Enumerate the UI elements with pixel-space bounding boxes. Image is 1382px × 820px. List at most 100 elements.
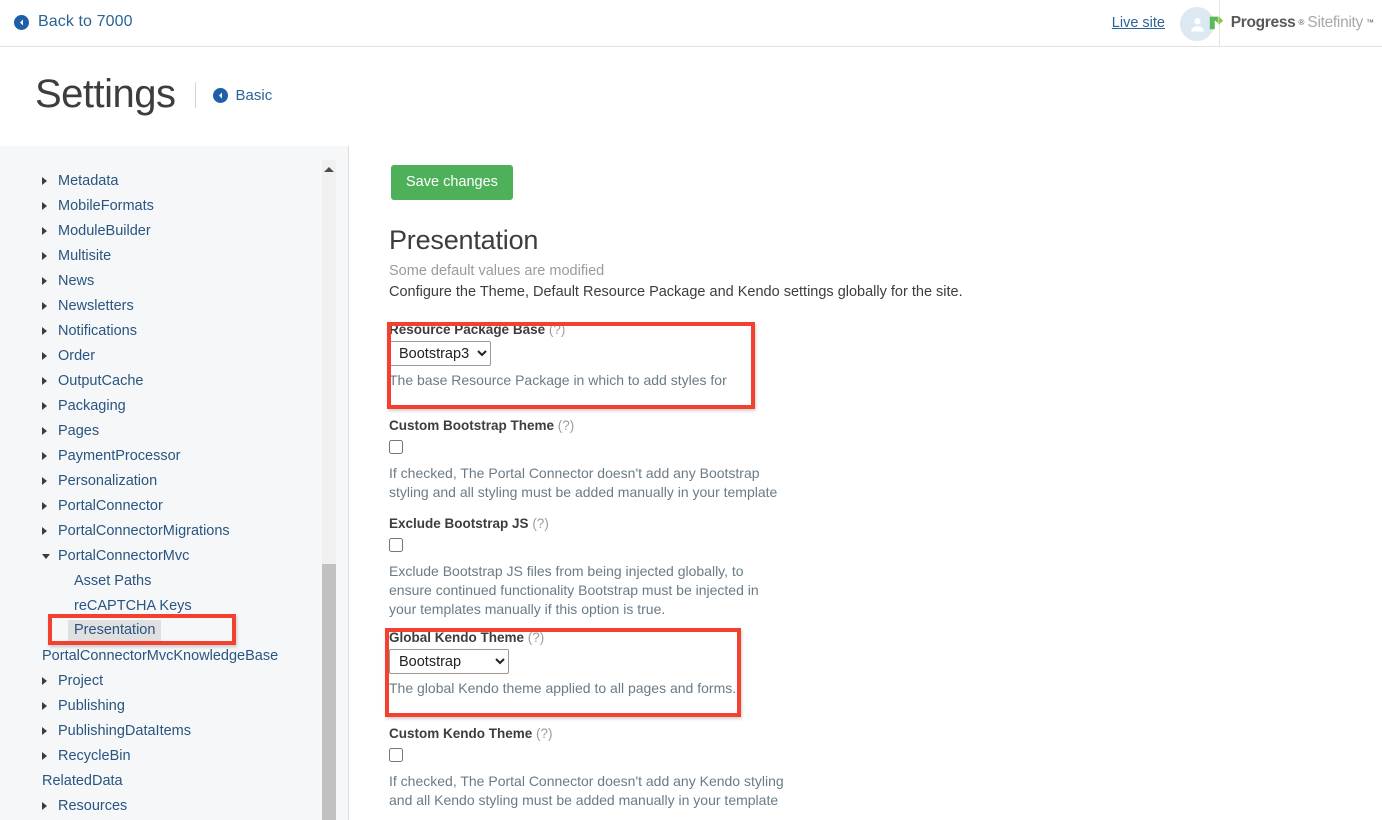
sidebar-item-label: Packaging xyxy=(58,397,126,414)
sidebar-item-label: Order xyxy=(58,347,96,364)
chevron-right-icon[interactable] xyxy=(42,401,47,410)
sidebar-item-pages[interactable]: Pages xyxy=(0,418,320,443)
section-title: Presentation xyxy=(389,225,539,255)
chevron-right-icon[interactable] xyxy=(42,726,47,735)
chevron-right-icon[interactable] xyxy=(42,676,47,685)
chevron-right-icon[interactable] xyxy=(42,326,47,335)
chevron-right-icon[interactable] xyxy=(42,351,47,360)
sidebar-item-label: Notifications xyxy=(58,322,137,339)
sidebar-item-metadata[interactable]: Metadata xyxy=(0,168,320,193)
chevron-right-icon[interactable] xyxy=(42,176,47,185)
sidebar-item-portalconnectormvc[interactable]: PortalConnectorMvc xyxy=(0,543,320,568)
sidebar-item-mobileformats[interactable]: MobileFormats xyxy=(0,193,320,218)
sidebar-item-news[interactable]: News xyxy=(0,268,320,293)
sidebar-item-label: Metadata xyxy=(58,172,119,189)
sidebar-item-label: MobileFormats xyxy=(58,197,154,214)
sidebar-item-newsletters[interactable]: Newsletters xyxy=(0,293,320,318)
sidebar-item-outputcache[interactable]: OutputCache xyxy=(0,368,320,393)
sidebar-item-personalization[interactable]: Personalization xyxy=(0,468,320,493)
field-custom-kendo-theme: Custom Kendo Theme (?) If checked, The Po… xyxy=(389,726,789,810)
scroll-up-arrow-icon[interactable] xyxy=(322,162,336,176)
sidebar-item-asset-paths[interactable]: Asset Paths xyxy=(0,568,320,593)
chevron-right-icon[interactable] xyxy=(42,251,47,260)
checkbox-exclude-bootstrap-js[interactable] xyxy=(389,538,403,552)
sidebar-item-label: News xyxy=(58,272,95,289)
sidebar-item-label: Publishing xyxy=(58,697,125,714)
brand-sitefinity-tm: ™ xyxy=(1366,18,1374,27)
back-link-label: Back to 7000 xyxy=(38,13,133,30)
chevron-right-icon[interactable] xyxy=(42,201,47,210)
help-hint-icon[interactable]: (?) xyxy=(532,516,549,531)
field-help-text: If checked, The Portal Connector doesn't… xyxy=(389,773,784,808)
settings-tree: Metadata MobileFormats ModuleBuilder Multis… xyxy=(0,146,320,818)
chevron-right-icon[interactable] xyxy=(42,751,47,760)
field-global-kendo-theme: Global Kendo Theme (?) Bootstrap The globa… xyxy=(389,630,789,698)
chevron-right-icon[interactable] xyxy=(42,376,47,385)
help-hint-icon[interactable]: (?) xyxy=(528,630,545,645)
chevron-right-icon[interactable] xyxy=(42,276,47,285)
chevron-down-icon[interactable] xyxy=(42,553,50,559)
help-hint-icon[interactable]: (?) xyxy=(549,322,566,337)
sidebar-item-label: PaymentProcessor xyxy=(58,447,181,464)
sidebar-item-portalconnector[interactable]: PortalConnector xyxy=(0,493,320,518)
sidebar-item-label: RecycleBin xyxy=(58,747,131,764)
sidebar-item-label: PortalConnector xyxy=(58,497,163,514)
circle-left-arrow-icon xyxy=(212,88,228,103)
back-link[interactable]: Back to 7000 xyxy=(14,13,133,31)
sidebar-item-portalconnectormvcknowledgebase[interactable]: PortalConnectorMvcKnowledgeBase xyxy=(0,643,320,668)
brand-sitefinity-text: Sitefinity xyxy=(1307,13,1363,31)
sidebar-item-recaptcha-keys[interactable]: reCAPTCHA Keys xyxy=(0,593,320,618)
circle-left-arrow-icon xyxy=(14,14,29,30)
sidebar-item-label: Pages xyxy=(58,422,100,439)
help-hint-icon[interactable]: (?) xyxy=(536,726,553,741)
field-custom-bootstrap-theme: Custom Bootstrap Theme (?) If checked, Th… xyxy=(389,418,789,502)
sidebar-scrollbar-thumb[interactable] xyxy=(322,564,336,820)
sidebar-item-order[interactable]: Order xyxy=(0,343,320,368)
chevron-right-icon[interactable] xyxy=(42,476,47,485)
section-description: Configure the Theme, Default Resource Pa… xyxy=(389,284,963,300)
settings-sidebar: Metadata MobileFormats ModuleBuilder Multis… xyxy=(0,146,349,820)
sidebar-item-modulebuilder[interactable]: ModuleBuilder xyxy=(0,218,320,243)
help-hint-icon[interactable]: (?) xyxy=(558,418,575,433)
field-help-text: Exclude Bootstrap JS files from being in… xyxy=(389,563,759,617)
chevron-right-icon[interactable] xyxy=(42,301,47,310)
sidebar-item-notifications[interactable]: Notifications xyxy=(0,318,320,343)
sidebar-item-paymentprocessor[interactable]: PaymentProcessor xyxy=(0,443,320,468)
brand-progress-tm: ® xyxy=(1298,18,1305,27)
live-site-link[interactable]: Live site xyxy=(1112,15,1165,31)
sidebar-item-label: Project xyxy=(58,672,104,689)
sidebar-item-resources[interactable]: Resources xyxy=(0,793,320,818)
sidebar-item-project[interactable]: Project xyxy=(0,668,320,693)
breadcrumb-basic-link[interactable]: Basic xyxy=(212,87,272,104)
sidebar-item-packaging[interactable]: Packaging xyxy=(0,393,320,418)
select-global-kendo-theme[interactable]: Bootstrap xyxy=(389,649,509,674)
field-label: Resource Package Base (?) xyxy=(389,322,789,337)
sidebar-item-label: reCAPTCHA Keys xyxy=(74,597,192,614)
chevron-right-icon[interactable] xyxy=(42,501,47,510)
sidebar-item-portalconnectormigrations[interactable]: PortalConnectorMigrations xyxy=(0,518,320,543)
select-resource-package-base[interactable]: Bootstrap3 xyxy=(389,341,491,366)
sidebar-item-presentation[interactable]: Presentation xyxy=(0,618,320,643)
chevron-right-icon[interactable] xyxy=(42,226,47,235)
sidebar-item-recyclebin[interactable]: RecycleBin xyxy=(0,743,320,768)
sidebar-item-relateddata[interactable]: RelatedData xyxy=(0,768,320,793)
field-label-text: Custom Bootstrap Theme xyxy=(389,418,555,433)
sidebar-item-publishingdataitems[interactable]: PublishingDataItems xyxy=(0,718,320,743)
sidebar-item-multisite[interactable]: Multisite xyxy=(0,243,320,268)
brand-progress-text: Progress xyxy=(1230,13,1296,31)
checkbox-custom-kendo-theme[interactable] xyxy=(389,748,403,762)
chevron-right-icon[interactable] xyxy=(42,451,47,460)
sidebar-item-label: Asset Paths xyxy=(74,572,152,589)
sidebar-item-publishing[interactable]: Publishing xyxy=(0,693,320,718)
chevron-right-icon[interactable] xyxy=(42,701,47,710)
sidebar-item-label: Resources xyxy=(58,797,128,814)
field-label: Custom Bootstrap Theme (?) xyxy=(389,418,789,433)
chevron-right-icon[interactable] xyxy=(42,526,47,535)
chevron-right-icon[interactable] xyxy=(42,426,47,435)
main-panel: Save changes Presentation Some default v… xyxy=(350,146,1382,820)
sidebar-item-label: PortalConnectorMigrations xyxy=(58,522,230,539)
checkbox-custom-bootstrap-theme[interactable] xyxy=(389,440,403,454)
sidebar-item-label: RelatedData xyxy=(42,772,123,789)
chevron-right-icon[interactable] xyxy=(42,801,47,810)
save-changes-button[interactable]: Save changes xyxy=(391,165,513,200)
